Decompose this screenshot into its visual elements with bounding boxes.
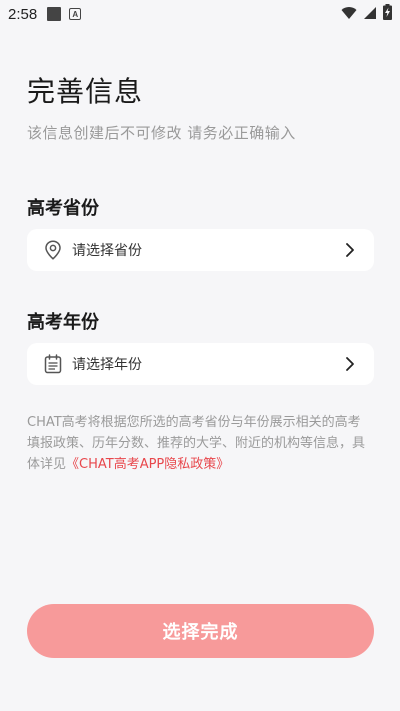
year-section-label: 高考年份 xyxy=(27,312,99,333)
year-select[interactable]: 请选择年份 xyxy=(27,343,374,385)
province-section-label: 高考省份 xyxy=(27,198,99,219)
status-icons xyxy=(341,4,392,24)
notification-app-icon: A xyxy=(69,8,82,20)
location-pin-icon xyxy=(43,240,63,260)
wifi-icon xyxy=(341,5,357,24)
calendar-icon xyxy=(43,354,63,374)
page-subtitle: 该信息创建后不可修改 请务必正确输入 xyxy=(27,124,296,142)
chevron-right-icon xyxy=(342,242,358,258)
status-bar: 2:58 A xyxy=(0,0,400,28)
province-select[interactable]: 请选择省份 xyxy=(27,229,374,271)
privacy-policy-link[interactable]: 《CHAT高考APP隐私政策》 xyxy=(66,457,229,472)
notification-square-icon xyxy=(47,7,62,21)
battery-charging-icon xyxy=(383,4,392,24)
screen: 2:58 A 完善信息 该信息创建后不可修改 请务必正确输入 高考省份 请选择省… xyxy=(0,0,400,711)
province-select-placeholder: 请选择省份 xyxy=(72,243,142,259)
confirm-selection-button[interactable]: 选择完成 xyxy=(27,604,374,658)
chevron-right-icon xyxy=(342,356,358,372)
info-paragraph: CHAT高考将根据您所选的高考省份与年份展示相关的高考 填报政策、历年分数、推荐… xyxy=(27,412,375,475)
page-title: 完善信息 xyxy=(27,75,144,108)
year-select-placeholder: 请选择年份 xyxy=(72,357,142,373)
signal-icon xyxy=(363,5,377,24)
status-time: 2:58 xyxy=(8,5,38,23)
